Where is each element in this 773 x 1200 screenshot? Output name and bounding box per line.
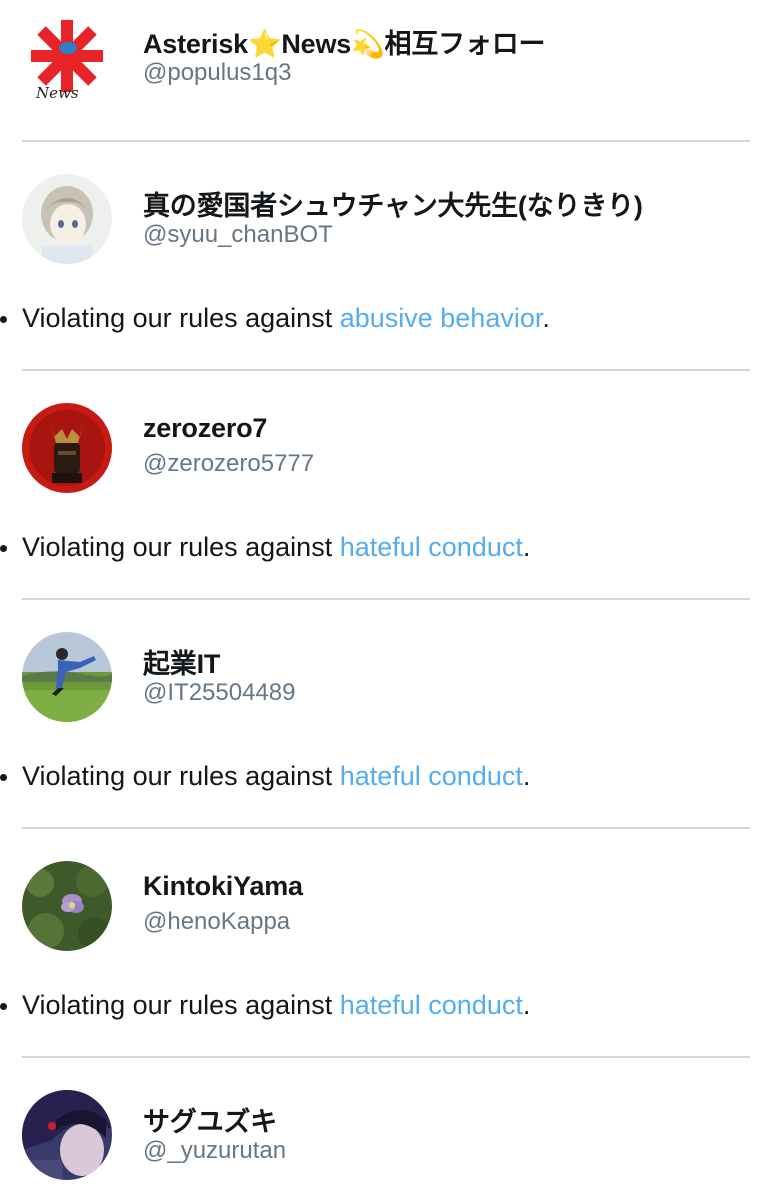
- account-row[interactable]: News Asterisk⭐News💫相互フォロー @populus1q3: [22, 12, 762, 102]
- display-name[interactable]: 真の愛国者シュウチャン大先生(なりきり): [143, 184, 643, 223]
- rules-link[interactable]: hateful conduct: [340, 990, 523, 1020]
- account-row[interactable]: zerozero7 @zerozero5777: [22, 403, 762, 493]
- user-handle[interactable]: @IT25504489: [143, 679, 295, 707]
- reason-suffix: .: [522, 761, 531, 791]
- display-name[interactable]: サグユズキ: [143, 1100, 277, 1139]
- bullet: [0, 545, 7, 552]
- purple-flower-avatar-icon[interactable]: [22, 861, 112, 951]
- user-handle[interactable]: @_yuzurutan: [143, 1137, 286, 1165]
- user-handle[interactable]: @populus1q3: [143, 59, 291, 87]
- asterisk-news-logo-icon[interactable]: News: [22, 12, 112, 102]
- account-row[interactable]: KintokiYama @henoKappa: [22, 861, 762, 951]
- account-row[interactable]: 起業IT @IT25504489: [22, 632, 762, 722]
- rules-link[interactable]: hateful conduct: [340, 761, 523, 791]
- divider: [22, 1056, 750, 1058]
- user-handle[interactable]: @zerozero5777: [143, 450, 314, 478]
- divider: [22, 140, 750, 142]
- user-handle[interactable]: @syuu_chanBOT: [143, 221, 333, 249]
- display-name[interactable]: zerozero7: [143, 413, 267, 444]
- rules-link[interactable]: hateful conduct: [340, 532, 523, 562]
- suspension-reason: Violating our rules against hateful cond…: [0, 532, 531, 563]
- divider: [22, 598, 750, 600]
- jumping-person-avatar-icon[interactable]: [22, 632, 112, 722]
- suspension-reason: Violating our rules against hateful cond…: [0, 990, 531, 1021]
- account-row[interactable]: 真の愛国者シュウチャン大先生(なりきり) @syuu_chanBOT: [22, 174, 762, 264]
- bullet: [0, 316, 7, 323]
- reason-prefix: Violating our rules against: [22, 990, 340, 1020]
- reason-prefix: Violating our rules against: [22, 303, 340, 333]
- anime-girl-avatar-icon[interactable]: [22, 174, 112, 264]
- suspension-reason: Violating our rules against hateful cond…: [0, 761, 531, 792]
- reason-suffix: .: [522, 990, 531, 1020]
- rules-link[interactable]: abusive behavior: [340, 303, 543, 333]
- display-name[interactable]: 起業IT: [143, 642, 220, 681]
- bullet: [0, 774, 7, 781]
- user-handle[interactable]: @henoKappa: [143, 908, 290, 936]
- display-name[interactable]: Asterisk⭐News💫相互フォロー: [143, 22, 546, 61]
- divider: [22, 827, 750, 829]
- reason-suffix: .: [522, 532, 531, 562]
- svg-text:News: News: [35, 84, 79, 102]
- reason-suffix: .: [542, 303, 550, 333]
- account-row[interactable]: サグユズキ @_yuzurutan: [22, 1090, 762, 1180]
- divider: [22, 369, 750, 371]
- dark-anime-avatar-icon[interactable]: [22, 1090, 112, 1180]
- bullet: [0, 1003, 7, 1010]
- reason-prefix: Violating our rules against: [22, 532, 340, 562]
- reason-prefix: Violating our rules against: [22, 761, 340, 791]
- samurai-helmet-avatar-icon[interactable]: [22, 403, 112, 493]
- suspension-reason: Violating our rules against abusive beha…: [0, 303, 550, 334]
- display-name[interactable]: KintokiYama: [143, 871, 303, 902]
